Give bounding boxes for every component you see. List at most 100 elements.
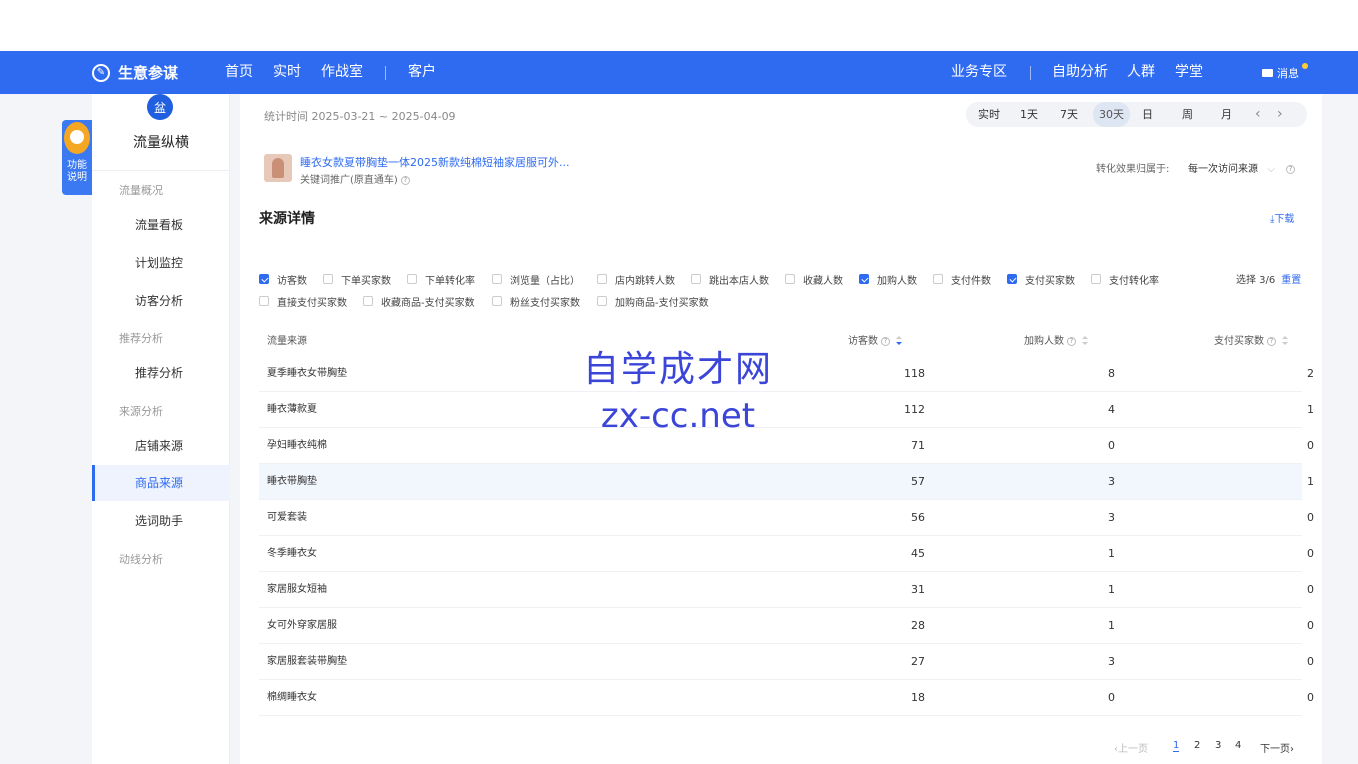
download-button[interactable]: ⤓下载 [1270,210,1294,225]
nav-academy[interactable]: 学堂 [1175,51,1203,94]
pagination-page-4[interactable]: 4 [1235,740,1241,751]
source-cell: 女可外穿家居服 [267,620,337,631]
info-icon[interactable]: ? [1267,336,1276,346]
pagination-page-2[interactable]: 2 [1194,740,1200,751]
sidebar-item-keyword-helper[interactable]: 选词助手 [92,503,230,539]
checkbox[interactable] [259,296,269,306]
checkbox[interactable] [597,296,607,306]
add-cart-cell: 4 [1108,403,1115,416]
sidebar-item-visitor-analysis[interactable]: 访客分析 [92,283,230,319]
metric-checkbox-visitors[interactable]: 访客数 [259,271,307,287]
sidebar-item-shop-source[interactable]: 店铺来源 [92,428,230,464]
info-icon[interactable]: ? [1285,164,1295,174]
info-icon[interactable]: ? [1067,336,1076,346]
sidebar-item-product-source[interactable]: 商品来源 [92,465,230,501]
checkbox[interactable] [597,274,607,284]
period-week[interactable]: 周 [1182,102,1193,127]
metric-checkbox-paid-buyers[interactable]: 支付买家数 [1007,271,1075,287]
table-row[interactable]: 家居服套装带胸垫 27 3 0 [259,644,1314,680]
period-7day[interactable]: 7天 [1060,102,1078,127]
table-row[interactable]: 睡衣带胸垫 57 3 1 [259,464,1314,500]
metric-checkbox-bounce[interactable]: 跳出本店人数 [691,271,769,287]
metric-checkbox-favorites[interactable]: 收藏人数 [785,271,843,287]
messages-button[interactable]: 消息 [1262,51,1308,94]
checkbox-checked[interactable] [259,274,269,284]
sidebar-group-path[interactable]: 动线分析 [119,551,163,567]
chevron-left-icon[interactable]: ‹ [1255,102,1261,127]
metric-checkbox-pay-rate[interactable]: 支付转化率 [1091,271,1159,287]
sort-icon[interactable] [896,336,902,346]
nav-customer[interactable]: 客户 [408,51,436,94]
sort-icon[interactable] [1282,336,1288,346]
info-icon[interactable]: ? [881,336,890,346]
pagination-page-1[interactable]: 1 [1173,740,1180,752]
attribution-select[interactable]: 每一次访问来源 ⌵ ? [1188,160,1295,175]
sidebar-item-plan-monitor[interactable]: 计划监控 [92,245,230,281]
period-selector: 实时 1天 7天 30天 日 周 月 ‹ › [966,102,1307,127]
reset-link[interactable]: 重置 [1281,275,1301,286]
nav-business-zone[interactable]: 业务专区 [951,51,1007,94]
metric-checkbox-fan-pay[interactable]: 粉丝支付买家数 [492,293,580,309]
checkbox[interactable] [1091,274,1101,284]
metric-checkbox-paid-items[interactable]: 支付件数 [933,271,991,287]
table-row[interactable]: 女可外穿家居服 28 1 0 [259,608,1314,644]
period-1day[interactable]: 1天 [1020,102,1038,127]
metric-checkbox-fav-pay[interactable]: 收藏商品-支付买家数 [363,293,475,309]
table-row[interactable]: 睡衣薄款夏 112 4 1 [259,392,1314,428]
header-visitors[interactable]: 访客数? [848,332,902,347]
table-row[interactable]: 棉绸睡衣女 18 0 0 [259,680,1314,716]
sidebar-item-recommend-analysis[interactable]: 推荐分析 [92,355,230,391]
checkbox[interactable] [933,274,943,284]
metric-checkbox-pageviews[interactable]: 浏览量（占比） [492,271,580,287]
checkbox-checked[interactable] [1007,274,1017,284]
header-paid-buyers[interactable]: 支付买家数? [1214,332,1288,347]
header-add-cart[interactable]: 加购人数? [1024,332,1088,347]
period-month[interactable]: 月 [1221,102,1232,127]
metric-checkbox-cart-pay[interactable]: 加购商品-支付买家数 [597,293,709,309]
sidebar-item-traffic-board[interactable]: 流量看板 [92,207,230,243]
stat-time: 统计时间 2025-03-21 ~ 2025-04-09 [264,110,456,123]
checkbox[interactable] [363,296,373,306]
period-day[interactable]: 日 [1142,102,1153,127]
nav-self-analysis[interactable]: 自助分析 [1052,51,1108,94]
product-thumbnail[interactable] [264,154,292,182]
nav-crowd[interactable]: 人群 [1127,51,1155,94]
checkbox[interactable] [785,274,795,284]
table-row[interactable]: 家居服女短袖 31 1 0 [259,572,1314,608]
chevron-right-icon[interactable]: › [1277,102,1283,127]
metric-label: 店内跳转人数 [615,275,675,287]
watermark: 自学成才网 zx-cc.net [578,340,778,436]
pagination-page-3[interactable]: 3 [1215,740,1221,751]
metric-checkbox-direct-pay[interactable]: 直接支付买家数 [259,293,347,309]
table-row[interactable]: 冬季睡衣女 45 1 0 [259,536,1314,572]
period-realtime[interactable]: 实时 [978,102,1000,127]
metric-checkbox-add-cart[interactable]: 加购人数 [859,271,917,287]
checkbox[interactable] [407,274,417,284]
metric-label: 直接支付买家数 [277,297,347,309]
checkbox[interactable] [492,296,502,306]
metric-checkbox-order-buyers[interactable]: 下单买家数 [323,271,391,287]
info-icon[interactable]: ? [400,175,410,185]
table-row[interactable]: 夏季睡衣女带胸垫 118 8 2 [259,356,1314,392]
period-30day[interactable]: 30天 [1093,102,1130,127]
table-row[interactable]: 可爱套装 56 3 0 [259,500,1314,536]
metric-checkbox-order-rate[interactable]: 下单转化率 [407,271,475,287]
source-cell: 可爱套装 [267,512,307,523]
product-title-link[interactable]: 睡衣女款夏带胸垫一体2025新款纯棉短袖家居服可外... [300,154,569,170]
metric-checkbox-inshop-jump[interactable]: 店内跳转人数 [597,271,675,287]
nav-realtime[interactable]: 实时 [273,51,301,94]
checkbox[interactable] [492,274,502,284]
pagination-prev[interactable]: ‹上一页 [1114,740,1148,755]
feature-help-tab[interactable]: 功能说明 [62,120,92,195]
add-cart-cell: 1 [1108,583,1115,596]
pagination-next[interactable]: 下一页› [1260,740,1294,755]
checkbox[interactable] [691,274,701,284]
checkbox-checked[interactable] [859,274,869,284]
brand[interactable]: ✎ 生意参谋 [92,51,178,94]
table-row[interactable]: 孕妇睡衣纯棉 71 0 0 [259,428,1314,464]
nav-home[interactable]: 首页 [225,51,253,94]
sort-icon[interactable] [1082,336,1088,346]
nav-warroom[interactable]: 作战室 [321,51,363,94]
checkbox[interactable] [323,274,333,284]
add-cart-cell: 0 [1108,439,1115,452]
